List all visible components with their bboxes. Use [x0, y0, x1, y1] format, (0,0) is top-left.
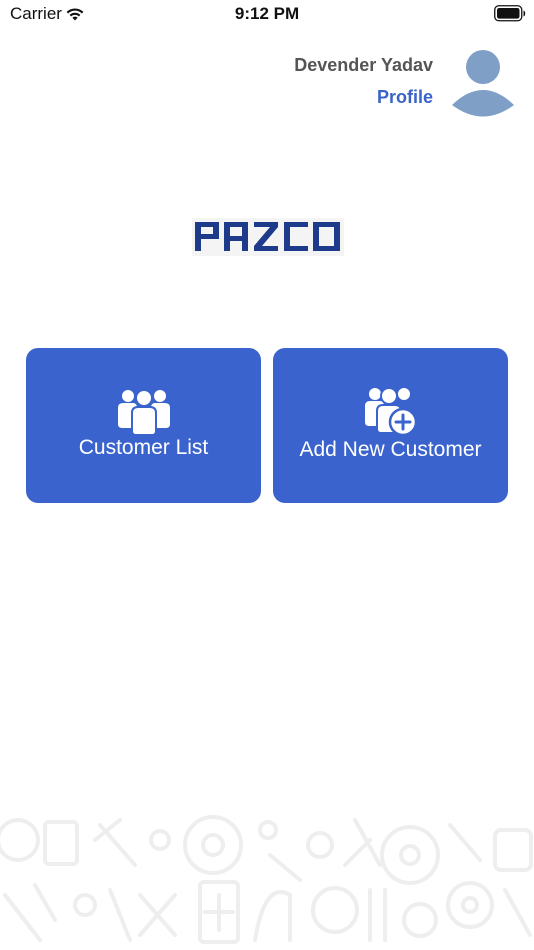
user-name: Devender Yadav [294, 55, 433, 75]
battery-icon [494, 5, 526, 22]
group-add-icon [364, 387, 417, 436]
pasco-logo [192, 218, 344, 256]
add-new-customer-label: Add New Customer [299, 438, 482, 461]
status-bar: Carrier 9:12 PM [0, 0, 534, 30]
profile-link[interactable]: Profile [377, 87, 433, 108]
group-icon [117, 389, 170, 436]
user-avatar-icon[interactable] [450, 48, 516, 118]
customer-list-label: Customer List [78, 436, 209, 459]
status-time: 9:12 PM [234, 4, 300, 23]
auto-parts-pattern [0, 815, 533, 944]
customer-list-button[interactable]: Customer List [26, 348, 261, 503]
add-new-customer-button[interactable]: Add New Customer [273, 348, 508, 503]
